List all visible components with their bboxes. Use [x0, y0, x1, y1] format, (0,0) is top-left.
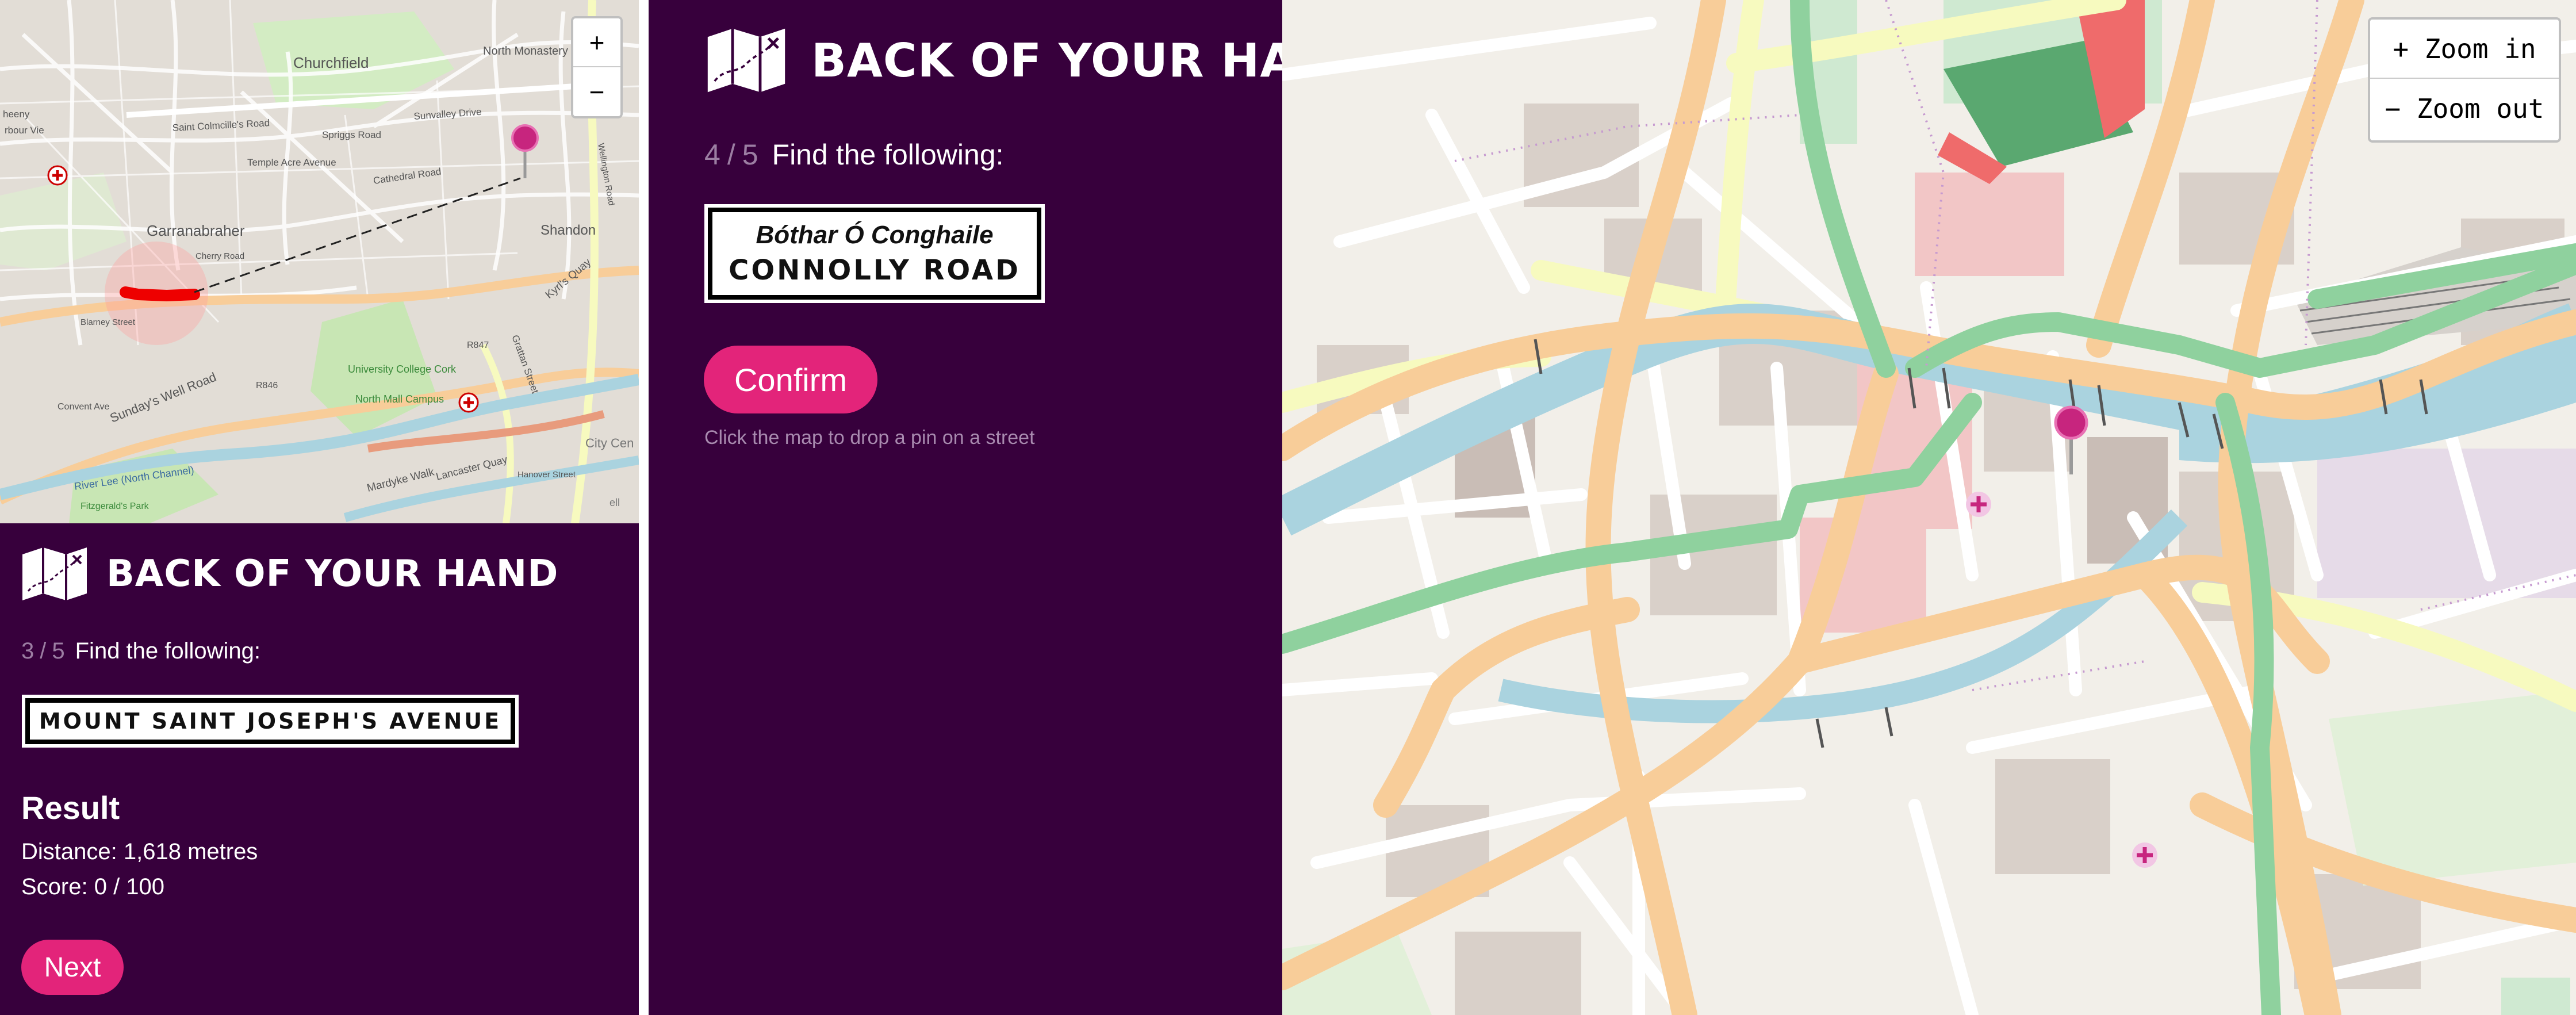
- confirm-button[interactable]: Confirm: [704, 346, 877, 413]
- mini-map[interactable]: Churchfield North Monastery Saint Colmci…: [0, 0, 639, 523]
- map-label: Fitzgerald's Park: [80, 501, 150, 511]
- map-label: Spriggs Road: [322, 129, 381, 140]
- map-label: Cherry Road: [195, 251, 244, 261]
- street-name: CONNOLLY ROAD: [729, 254, 1021, 286]
- map-label: Temple Acre Avenue: [247, 157, 336, 168]
- map-label: Shandon: [540, 223, 596, 238]
- street-sign: Bóthar Ó Conghaile CONNOLLY ROAD: [708, 208, 1041, 300]
- app-logo: BACK OF YOUR HAND: [703, 26, 1282, 95]
- round-indicator: 4 / 5 Find the following:: [704, 138, 1004, 171]
- street-sign: MOUNT SAINT JOSEPH'S AVENUE: [25, 698, 515, 744]
- map-label: University College Cork: [348, 363, 457, 375]
- app-title: BACK OF YOUR HAND: [106, 553, 559, 595]
- main-map[interactable]: + Zoom in − Zoom out: [1282, 0, 2576, 1015]
- previous-round-panel: Churchfield North Monastery Saint Colmci…: [0, 0, 639, 1015]
- app-logo: BACK OF YOUR HAND: [20, 545, 558, 603]
- answer-street-line: [120, 286, 200, 302]
- find-label: Find the following:: [75, 638, 261, 664]
- map-label: Convent Ave: [57, 402, 110, 412]
- find-label: Find the following:: [772, 139, 1004, 171]
- hospital-cross-icon: [458, 392, 479, 413]
- map-label: ell: [610, 497, 620, 508]
- main-map-canvas[interactable]: [1282, 0, 2576, 1015]
- map-label: Hanover Street: [518, 470, 576, 480]
- map-label: City Cen: [585, 436, 634, 450]
- round-total: 5: [52, 638, 65, 664]
- instruction-hint: Click the map to drop a pin on a street: [704, 427, 1035, 449]
- main-map-zoom-control: + Zoom in − Zoom out: [2368, 17, 2561, 143]
- round-separator: /: [727, 139, 735, 171]
- round-separator: /: [40, 638, 47, 664]
- map-label: Blarney Street: [80, 317, 136, 327]
- result-heading: Result: [21, 790, 120, 826]
- round-current: 3: [21, 638, 34, 664]
- street-name: MOUNT SAINT JOSEPH'S AVENUE: [39, 708, 502, 734]
- round-total: 5: [742, 139, 758, 171]
- mini-map-zoom-control: + −: [571, 16, 623, 118]
- map-label: North Monastery: [483, 45, 568, 58]
- round-indicator: 3 / 5 Find the following:: [21, 638, 260, 664]
- street-name-irish: Bóthar Ó Conghaile: [756, 221, 994, 249]
- zoom-out-button[interactable]: − Zoom out: [2370, 79, 2559, 138]
- round-current: 4: [704, 139, 720, 171]
- hospital-cross-icon: [1966, 492, 1991, 517]
- hospital-cross-icon: [2132, 842, 2157, 868]
- zoom-in-button[interactable]: +: [573, 18, 620, 67]
- map-label: rbour Vie: [5, 125, 44, 136]
- map-label: Garranabraher: [147, 222, 245, 239]
- app-title: BACK OF YOUR HAND: [811, 33, 1282, 87]
- next-button[interactable]: Next: [21, 940, 124, 995]
- folded-map-icon: [22, 547, 87, 600]
- panel-divider: [639, 0, 649, 1015]
- map-label: R846: [256, 381, 278, 390]
- map-label: heeny: [3, 109, 30, 120]
- map-label: R847: [467, 340, 489, 350]
- hospital-cross-icon: [47, 165, 68, 186]
- mini-map-canvas[interactable]: Churchfield North Monastery Saint Colmci…: [0, 0, 639, 523]
- map-label: North Mall Campus: [355, 393, 444, 405]
- map-label: Churchfield: [293, 54, 369, 71]
- zoom-in-button[interactable]: + Zoom in: [2370, 20, 2559, 79]
- zoom-out-button[interactable]: −: [573, 67, 620, 116]
- folded-map-icon: [707, 28, 785, 93]
- distance-text: Distance: 1,618 metres: [21, 839, 258, 864]
- current-round-panel: BACK OF YOUR HAND 4 / 5 Find the followi…: [649, 0, 1282, 1015]
- score-text: Score: 0 / 100: [21, 874, 165, 899]
- result-section: Result Distance: 1,618 metres Score: 0 /…: [21, 789, 258, 900]
